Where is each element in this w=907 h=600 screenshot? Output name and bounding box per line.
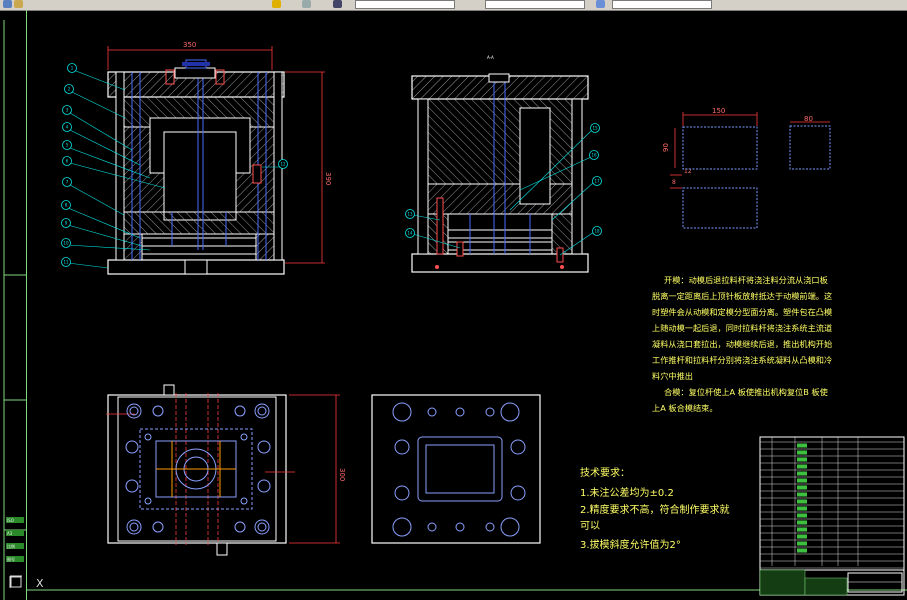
lineweight-select[interactable]	[485, 0, 585, 9]
tech-req-item-1: 1.未注公差均为±0.2	[580, 486, 674, 499]
operation-notes: 开模：动模后退拉料杆将浇注料分流从浇口板 脱离一定距离后上顶针板放射抵达于动模前…	[652, 275, 832, 413]
note-line-3: 时塑件会从动模和定模分型面分离。塑件包在凸模	[652, 307, 832, 317]
bom-cell-fill	[797, 492, 807, 497]
note-line-2: 脱离一定距离后上顶针板放射抵达于动模前端。这	[652, 291, 832, 301]
item-balloon: 11	[61, 257, 71, 267]
note-line-1: 开模：动模后退拉料杆将浇注料分流从浇口板	[664, 275, 828, 285]
item-balloon: 12	[278, 159, 288, 169]
dim-top-width: 350	[183, 41, 196, 49]
open-icon[interactable]	[14, 0, 23, 8]
item-balloon-number: 7	[66, 180, 69, 185]
left-panel-label-1: ISO	[7, 518, 14, 523]
item-balloon-number: 15	[592, 126, 598, 131]
item-balloon-number: 18	[594, 229, 600, 234]
item-balloon-number: 10	[63, 241, 69, 246]
item-balloon: 5	[62, 140, 72, 150]
bottom-plate-view	[371, 394, 541, 544]
dim-part-a-width: 150	[712, 107, 725, 115]
ucs-icon	[9, 575, 22, 588]
layer-icon[interactable]	[272, 0, 281, 8]
style-select[interactable]	[612, 0, 712, 9]
item-balloon: 6	[62, 156, 72, 166]
bom-cell-fill	[797, 464, 807, 469]
bom-cell-fill	[797, 520, 807, 525]
item-balloon-number: 17	[594, 179, 600, 184]
item-balloon-number: 3	[66, 108, 69, 113]
bom-cell-fill	[797, 527, 807, 532]
item-balloon: 2	[64, 84, 74, 94]
bom-cell-fill	[797, 548, 807, 553]
table-icon[interactable]	[596, 0, 605, 8]
item-balloon: 16	[589, 150, 599, 160]
item-balloon: 7	[62, 177, 72, 187]
arrow-icon[interactable]	[333, 0, 342, 8]
left-panel: ISO A3 比例 图号 X	[6, 517, 44, 590]
cursor-x-marker: X	[36, 577, 44, 590]
item-balloon: 18	[592, 226, 602, 236]
item-balloon-number: 12	[280, 162, 286, 167]
item-balloon: 9	[61, 218, 71, 228]
plan-view: 300	[106, 384, 346, 556]
bom-cell-fill	[797, 457, 807, 462]
tech-req-item-2: 2.精度要求不高，符合制作要求就	[580, 503, 730, 516]
cad-drawing-canvas[interactable]: ISO A3 比例 图号 X 350 390 A-A 300 150 80 90…	[0, 10, 907, 600]
item-balloon-number: 13	[407, 212, 413, 217]
item-balloon: 8	[61, 200, 71, 210]
item-balloon: 14	[405, 228, 415, 238]
dim-plan-height: 300	[338, 468, 346, 481]
item-balloon-number: 11	[63, 260, 69, 265]
bom-cell-fill	[797, 443, 807, 448]
dim-part-a-height: 90	[662, 143, 670, 152]
note-line-7: 料穴中推出	[652, 371, 693, 381]
item-balloon-number: 1	[71, 66, 74, 71]
item-balloon-number: 5	[66, 143, 69, 148]
tech-req-title: 技术要求：	[580, 466, 630, 479]
item-balloon-number: 8	[65, 203, 68, 208]
section-label: A-A	[487, 55, 494, 60]
bom-cell-fill	[797, 485, 807, 490]
item-balloon-number: 6	[66, 159, 69, 164]
item-balloon: 10	[61, 238, 71, 248]
part-views: 150 80 90 12 8	[662, 107, 831, 229]
linetype-select[interactable]	[355, 0, 455, 9]
item-balloon-number: 4	[66, 125, 69, 130]
title-block	[759, 436, 905, 596]
tech-req-item-3: 可以	[580, 521, 600, 532]
item-balloon: 3	[62, 105, 72, 115]
note-line-8: 合模：复位杆使上A 板使推出机构复位B 板使	[664, 387, 828, 397]
item-balloon-number: 2	[68, 87, 71, 92]
left-panel-label-3: 比例	[7, 543, 15, 549]
bom-cell-fill	[797, 499, 807, 504]
note-line-6: 工作推杆和拉料杆分别将浇注系统凝料从凸模和冷	[652, 355, 832, 365]
bom-cell-fill	[797, 513, 807, 518]
item-balloon: 13	[405, 209, 415, 219]
new-icon[interactable]	[3, 0, 12, 8]
left-panel-label-4: 图号	[7, 556, 15, 562]
note-line-5: 凝料从浇口套拉出，动模继续后退，推出机构开始	[652, 339, 832, 349]
item-balloon: 4	[62, 122, 72, 132]
item-balloon-number: 9	[65, 221, 68, 226]
item-balloon: 1	[67, 63, 77, 73]
dim-right-height: 390	[324, 172, 332, 185]
bom-cell-fill	[797, 471, 807, 476]
bom-cell-fill	[797, 506, 807, 511]
bom-cell-fill	[797, 450, 807, 455]
item-balloon-number: 16	[591, 153, 597, 158]
properties-icon[interactable]	[302, 0, 311, 8]
tech-req-item-4: 3.拔模斜度允许值为2°	[580, 538, 681, 551]
item-balloon: 15	[590, 123, 600, 133]
front-section-view: 350 390	[67, 41, 332, 275]
item-balloon: 17	[592, 176, 602, 186]
dim-part-b-width: 80	[804, 115, 813, 123]
bom-cell-fill	[797, 541, 807, 546]
dim-gap-b: 8	[672, 179, 676, 186]
bom-cell-fill	[797, 534, 807, 539]
item-balloon-number: 14	[407, 231, 413, 236]
left-panel-label-2: A3	[7, 531, 13, 536]
note-line-4: 上随动模一起后退，同时拉料杆将浇注系统主流道	[652, 323, 832, 333]
side-section-view: A-A	[411, 55, 595, 273]
note-line-9: 上A 板合模结束。	[652, 403, 718, 413]
technical-requirements: 技术要求： 1.未注公差均为±0.2 2.精度要求不高，符合制作要求就 可以 3…	[580, 466, 730, 551]
bom-cell-fill	[797, 478, 807, 483]
